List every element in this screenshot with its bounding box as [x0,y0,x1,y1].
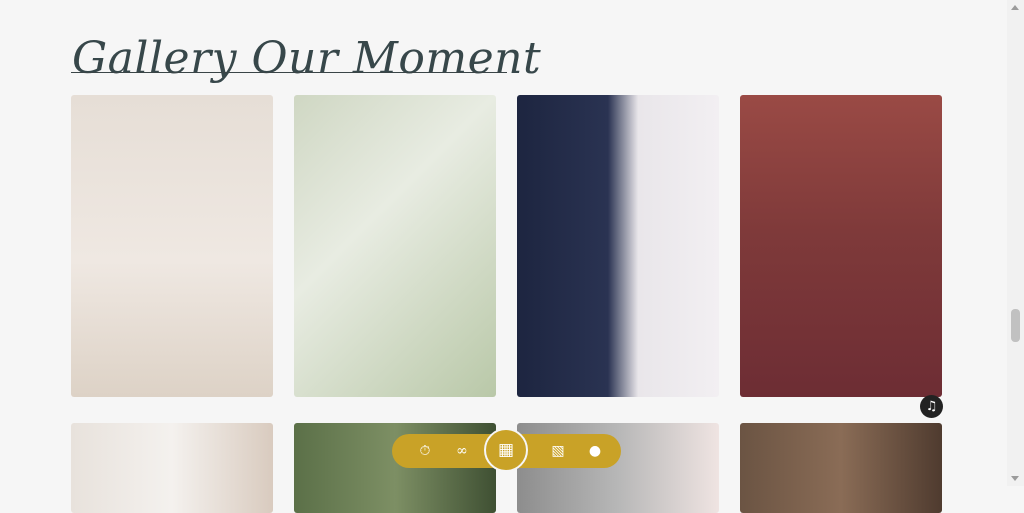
nav-gallery-button[interactable]: ▧ [543,434,573,468]
scroll-up-arrow[interactable] [1011,5,1019,10]
gallery-photo-4[interactable] [740,95,942,397]
ring-exchange-image [740,95,942,397]
gallery-photo-2[interactable] [294,95,496,397]
gallery-photo-5[interactable] [71,423,273,513]
music-note-icon: ♫ [925,399,938,414]
detail-warm-image [740,423,942,513]
couple-detail-1-image [71,423,273,513]
nav-calendar-button[interactable]: ▦ [484,428,528,472]
nav-timer-button[interactable]: ⏱ [410,434,440,468]
gallery-photo-8[interactable] [740,423,942,513]
scroll-thumb[interactable] [1011,309,1020,342]
gallery-title: Gallery Our Moment [72,33,542,85]
chat-icon: ● [588,443,602,459]
nav-chat-button[interactable]: ● [580,434,610,468]
nav-rings-button[interactable]: ∞ [447,434,477,468]
holding-hands-ring-image [517,95,719,397]
title-divider [71,72,507,73]
timer-icon: ⏱ [419,443,431,459]
music-toggle-button[interactable]: ♫ [920,395,943,418]
page-scrollbar[interactable] [1007,0,1024,486]
gallery-photo-1[interactable] [71,95,273,397]
image-icon: ▧ [551,443,565,459]
couple-with-bouquet-image [294,95,496,397]
rings-icon: ∞ [456,443,468,459]
couple-portrait-beige-suit-image [71,95,273,397]
scroll-down-arrow[interactable] [1011,476,1019,481]
calendar-icon: ▦ [497,440,515,460]
gallery-photo-3[interactable] [517,95,719,397]
